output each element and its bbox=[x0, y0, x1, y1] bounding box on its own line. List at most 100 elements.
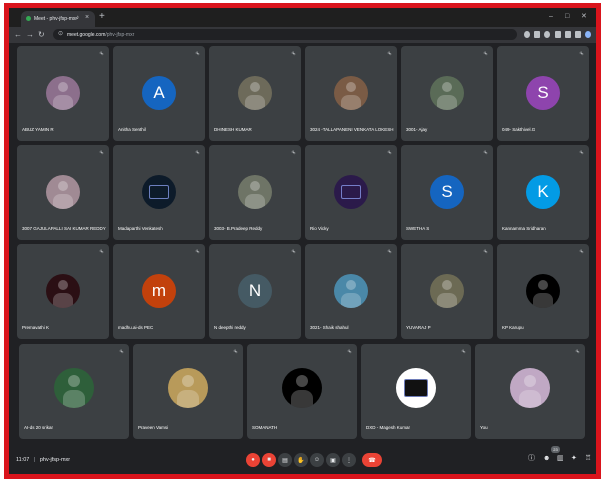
participant-name: Anitha Senthil bbox=[118, 127, 146, 132]
browser-window: Meet - phv-jfsp-mxr ♪ × + – □ ✕ ← → ↻ ⊙ … bbox=[4, 3, 601, 479]
url-domain: meet.google.com bbox=[67, 32, 106, 38]
participant-avatar bbox=[334, 274, 368, 308]
back-icon[interactable]: ← bbox=[14, 29, 22, 40]
participant-tile[interactable]: ✂ KP Karupu bbox=[497, 244, 589, 339]
photo-shoulders-icon bbox=[518, 390, 542, 408]
audio-playing-icon[interactable]: ♪ bbox=[76, 15, 79, 21]
muted-mic-icon: ✂ bbox=[193, 149, 201, 157]
close-window-icon[interactable]: ✕ bbox=[581, 12, 587, 22]
muted-mic-icon: ✂ bbox=[193, 248, 201, 256]
participant-tile[interactable]: ✂ Rio Vicky bbox=[305, 145, 397, 240]
participant-tile[interactable]: ✂ S SWETHA S bbox=[401, 145, 493, 240]
participants-grid: ✂ ABUZ YAMIN R ✂ A Anitha Senthil ✂ DHINESH KU… bbox=[9, 43, 596, 439]
meeting-control-bar: 11:07 | phv-jfsp-mxr ● ■ ▤ ✋ ☺ ▣ ⋮ ☎ ⓘ 2… bbox=[9, 445, 596, 474]
captions-icon[interactable]: ▤ bbox=[278, 453, 292, 467]
address-bar[interactable]: ⊙ meet.google.com/phv-jfsp-mxr bbox=[53, 29, 517, 40]
more-options-icon[interactable]: ⋮ bbox=[342, 453, 356, 467]
participant-name: You bbox=[480, 425, 488, 430]
mic-off-icon[interactable]: ● bbox=[246, 453, 260, 467]
chat-icon[interactable]: ▥ bbox=[557, 454, 564, 464]
site-info-icon[interactable]: ⊙ bbox=[58, 30, 63, 39]
participant-name: madhu.ai-ds PEC bbox=[118, 325, 154, 330]
participant-tile[interactable]: ✂ 3003- B.Pradeep Reddy bbox=[209, 145, 301, 240]
emoji-icon[interactable]: ☺ bbox=[310, 453, 324, 467]
participant-tile[interactable]: ✂ Praveen Vamsi bbox=[133, 344, 243, 439]
participant-avatar: S bbox=[430, 175, 464, 209]
participant-tile[interactable]: ✂ DXD - Magesh Kumar bbox=[361, 344, 471, 439]
present-icon[interactable]: ▣ bbox=[326, 453, 340, 467]
participant-tile[interactable]: ✂ DHINESH KUMAR bbox=[209, 46, 301, 141]
participant-tile[interactable]: ✂ S 049- Sakthivel.G bbox=[497, 46, 589, 141]
photo-silhouette-icon bbox=[57, 82, 69, 93]
participant-tile[interactable]: ✂ ABUZ YAMIN R bbox=[17, 46, 109, 141]
participant-name: 3003- B.Pradeep Reddy bbox=[214, 226, 263, 231]
close-tab-icon[interactable]: × bbox=[85, 14, 89, 21]
new-tab-button[interactable]: + bbox=[99, 11, 105, 23]
participant-tile[interactable]: ✂ 3001- Ajay bbox=[401, 46, 493, 141]
share-icon[interactable] bbox=[534, 31, 540, 38]
participant-name: Rio Vicky bbox=[310, 226, 329, 231]
photo-shoulders-icon bbox=[437, 94, 457, 110]
participant-avatar: N bbox=[238, 274, 272, 308]
participant-tile[interactable]: ✂ A Anitha Senthil bbox=[113, 46, 205, 141]
download-icon[interactable] bbox=[565, 31, 571, 38]
photo-shoulders-icon bbox=[341, 292, 361, 308]
photo-silhouette-icon bbox=[345, 82, 357, 93]
raise-hand-icon[interactable]: ✋ bbox=[294, 453, 308, 467]
forward-icon[interactable]: → bbox=[26, 29, 34, 40]
muted-mic-icon: ✂ bbox=[231, 348, 239, 356]
meeting-details-icon[interactable]: ⓘ bbox=[528, 454, 535, 464]
participant-avatar bbox=[46, 175, 80, 209]
participant-tile[interactable]: ✂ 3021- Shaik shahul bbox=[305, 244, 397, 339]
participant-name: ABUZ YAMIN R bbox=[22, 127, 54, 132]
participant-tile[interactable]: ✂ YUVARAJ P bbox=[401, 244, 493, 339]
host-controls-icon[interactable]: ♖ bbox=[585, 454, 591, 464]
muted-mic-icon: ✂ bbox=[481, 149, 489, 157]
photo-silhouette-icon bbox=[182, 375, 194, 388]
muted-mic-icon: ✂ bbox=[97, 248, 105, 256]
participant-tile[interactable]: ✂ Premavathi K bbox=[17, 244, 109, 339]
logo-mark-icon bbox=[148, 184, 170, 200]
meeting-code: phv-jfsp-mxr bbox=[39, 457, 71, 463]
photo-shoulders-icon bbox=[176, 390, 200, 408]
participant-avatar bbox=[430, 76, 464, 110]
participant-avatar bbox=[54, 368, 94, 408]
participant-avatar bbox=[142, 175, 176, 209]
participant-tile[interactable]: ✂ Madaparthi Venkatesh bbox=[113, 145, 205, 240]
participant-tile[interactable]: ✂ m madhu.ai-ds PEC bbox=[113, 244, 205, 339]
muted-mic-icon: ✂ bbox=[481, 248, 489, 256]
camera-indicator-icon[interactable] bbox=[524, 31, 530, 38]
muted-mic-icon: ✂ bbox=[577, 50, 585, 58]
extension-icon[interactable] bbox=[555, 31, 561, 38]
end-call-button[interactable]: ☎ bbox=[362, 453, 382, 467]
profile-avatar[interactable] bbox=[585, 31, 591, 38]
participant-tile[interactable]: ✂ You bbox=[475, 344, 585, 439]
participant-tile[interactable]: ✂ AI-ds 20 srikar bbox=[19, 344, 129, 439]
participant-tile[interactable]: ✂ 3024 -TALLAPANENI VENKATA LOKESH bbox=[305, 46, 397, 141]
participant-name: AI-ds 20 srikar bbox=[24, 425, 54, 430]
photo-silhouette-icon bbox=[537, 280, 549, 291]
participant-tile[interactable]: ✂ 3007 GAJULAPALLI SAI KUMAR REDDY bbox=[17, 145, 109, 240]
browser-tab[interactable]: Meet - phv-jfsp-mxr ♪ × bbox=[21, 11, 95, 27]
sidebar-icon[interactable] bbox=[575, 31, 581, 38]
maximize-icon[interactable]: □ bbox=[565, 12, 569, 22]
bookmark-star-icon[interactable] bbox=[544, 31, 550, 38]
reload-icon[interactable]: ↻ bbox=[38, 29, 45, 40]
minimize-icon[interactable]: – bbox=[549, 12, 553, 22]
participant-avatar bbox=[334, 76, 368, 110]
muted-mic-icon: ✂ bbox=[481, 50, 489, 58]
people-icon[interactable]: ☻ bbox=[543, 454, 550, 464]
muted-mic-icon: ✂ bbox=[289, 149, 297, 157]
participant-name: DXD - Magesh Kumar bbox=[366, 425, 411, 430]
participant-name: Madaparthi Venkatesh bbox=[118, 226, 163, 231]
participant-avatar bbox=[238, 175, 272, 209]
photo-silhouette-icon bbox=[249, 82, 261, 93]
participant-name: Kannamma Sridharan bbox=[502, 226, 546, 231]
participant-tile[interactable]: ✂ SOMANATH bbox=[247, 344, 357, 439]
activities-icon[interactable]: ✦ bbox=[571, 454, 577, 464]
photo-silhouette-icon bbox=[57, 181, 69, 192]
muted-mic-icon: ✂ bbox=[577, 248, 585, 256]
participant-tile[interactable]: ✂ N N deepthi reddy bbox=[209, 244, 301, 339]
camera-off-icon[interactable]: ■ bbox=[262, 453, 276, 467]
participant-tile[interactable]: ✂ K Kannamma Sridharan bbox=[497, 145, 589, 240]
